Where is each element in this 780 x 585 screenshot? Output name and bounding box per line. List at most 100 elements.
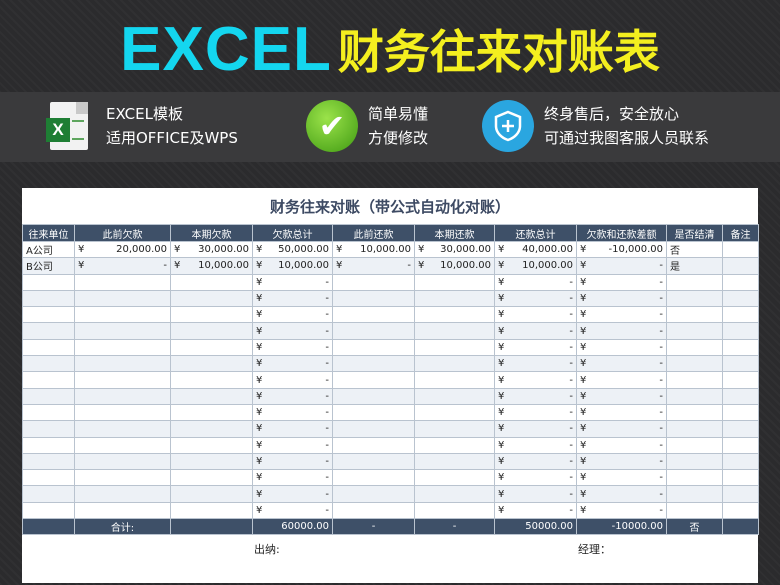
table-cell[interactable] [414, 485, 495, 503]
table-cell[interactable] [332, 501, 415, 520]
table-cell[interactable] [666, 501, 723, 520]
table-cell[interactable] [332, 289, 415, 308]
table-cell[interactable] [722, 289, 759, 308]
table-cell[interactable] [170, 403, 253, 422]
table-cell[interactable] [170, 452, 253, 471]
table-cell[interactable]: ¥10,000.00 [414, 257, 495, 275]
table-cell[interactable] [666, 289, 723, 308]
table-cell[interactable] [170, 501, 253, 520]
table-cell[interactable] [722, 338, 759, 357]
table-cell[interactable] [666, 469, 723, 487]
column-header[interactable]: 还款总计 [494, 224, 577, 242]
column-header[interactable]: 往来单位 [22, 224, 75, 242]
table-cell[interactable] [332, 436, 415, 454]
table-cell[interactable]: ¥ - [494, 289, 577, 308]
table-cell[interactable]: ¥ - [576, 322, 667, 340]
table-cell[interactable] [74, 322, 171, 340]
table-cell[interactable]: ¥ - [332, 257, 415, 275]
table-cell[interactable] [170, 469, 253, 487]
table-cell[interactable] [74, 452, 171, 471]
total-cell[interactable] [170, 518, 253, 536]
table-cell[interactable] [332, 273, 415, 291]
table-cell[interactable]: ¥ - [494, 403, 577, 422]
table-cell[interactable]: ¥ - [252, 355, 333, 373]
table-cell[interactable]: ¥ - [252, 452, 333, 471]
table-cell[interactable] [332, 322, 415, 340]
table-cell[interactable] [74, 469, 171, 487]
table-cell[interactable] [170, 485, 253, 503]
table-cell[interactable] [722, 501, 759, 520]
total-cell[interactable]: -10000.00 [576, 518, 667, 536]
table-cell[interactable] [722, 485, 759, 503]
table-cell[interactable] [666, 403, 723, 422]
table-cell[interactable] [722, 387, 759, 405]
table-cell[interactable] [22, 306, 75, 324]
table-cell[interactable] [332, 403, 415, 422]
table-cell[interactable] [414, 501, 495, 520]
table-cell[interactable]: ¥ - [576, 289, 667, 308]
table-cell[interactable] [414, 403, 495, 422]
table-cell[interactable]: ¥50,000.00 [252, 240, 333, 259]
column-header[interactable]: 此前欠款 [74, 224, 171, 242]
table-cell[interactable]: ¥ - [494, 338, 577, 357]
table-cell[interactable] [666, 420, 723, 438]
table-cell[interactable] [74, 355, 171, 373]
table-cell[interactable]: ¥ - [494, 322, 577, 340]
column-header[interactable]: 是否结清 [666, 224, 723, 242]
table-cell[interactable]: ¥ - [494, 501, 577, 520]
table-cell[interactable] [414, 322, 495, 340]
table-cell[interactable] [666, 273, 723, 291]
table-cell[interactable] [170, 306, 253, 324]
table-cell[interactable]: ¥ - [252, 289, 333, 308]
table-cell[interactable]: ¥ - [576, 403, 667, 422]
table-cell[interactable] [332, 306, 415, 324]
table-cell[interactable]: ¥30,000.00 [170, 240, 253, 259]
table-cell[interactable] [22, 403, 75, 422]
column-header[interactable]: 备注 [722, 224, 759, 242]
total-cell[interactable]: 合计: [74, 518, 171, 536]
table-cell[interactable]: ¥ - [576, 371, 667, 389]
table-cell[interactable] [74, 485, 171, 503]
table-cell[interactable] [332, 387, 415, 405]
table-cell[interactable]: ¥ - [576, 452, 667, 471]
total-cell[interactable]: 否 [666, 518, 723, 536]
table-cell[interactable] [332, 485, 415, 503]
table-cell[interactable] [414, 289, 495, 308]
table-cell[interactable]: ¥ - [494, 420, 577, 438]
table-cell[interactable]: ¥ - [252, 469, 333, 487]
table-cell[interactable] [722, 322, 759, 340]
table-cell[interactable]: ¥10,000.00 [170, 257, 253, 275]
table-cell[interactable] [666, 322, 723, 340]
table-cell[interactable] [170, 371, 253, 389]
table-cell[interactable]: ¥ - [576, 501, 667, 520]
table-cell[interactable] [722, 420, 759, 438]
table-cell[interactable] [666, 387, 723, 405]
table-cell[interactable]: ¥ - [252, 371, 333, 389]
table-cell[interactable] [332, 452, 415, 471]
table-cell[interactable]: ¥ - [576, 436, 667, 454]
column-header[interactable]: 此前还款 [332, 224, 415, 242]
table-cell[interactable] [170, 420, 253, 438]
table-cell[interactable]: ¥10,000.00 [494, 257, 577, 275]
total-cell[interactable]: 50000.00 [494, 518, 577, 536]
table-cell[interactable]: ¥ - [494, 469, 577, 487]
table-cell[interactable]: ¥ - [252, 387, 333, 405]
total-cell[interactable]: - [414, 518, 495, 536]
table-cell[interactable] [22, 338, 75, 357]
table-cell[interactable]: ¥ - [494, 452, 577, 471]
table-cell[interactable]: ¥ - [576, 355, 667, 373]
table-cell[interactable] [722, 371, 759, 389]
table-cell[interactable] [332, 371, 415, 389]
table-cell[interactable]: ¥10,000.00 [332, 240, 415, 259]
table-cell[interactable] [414, 371, 495, 389]
table-cell[interactable]: ¥ - [252, 420, 333, 438]
table-cell[interactable]: ¥ - [494, 355, 577, 373]
table-cell[interactable] [722, 306, 759, 324]
table-cell[interactable] [22, 273, 75, 291]
table-cell[interactable] [22, 420, 75, 438]
table-cell[interactable]: ¥ - [252, 403, 333, 422]
table-cell[interactable]: B公司 [22, 257, 75, 275]
table-cell[interactable] [74, 436, 171, 454]
table-cell[interactable] [722, 403, 759, 422]
total-cell[interactable] [22, 518, 75, 536]
